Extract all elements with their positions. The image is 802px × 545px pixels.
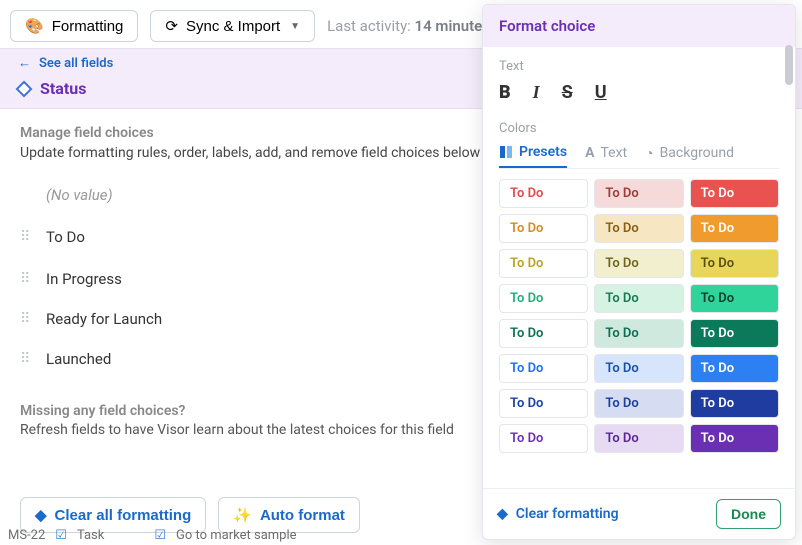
italic-button[interactable]: I xyxy=(533,82,540,103)
checkbox-icon: ☑ xyxy=(55,528,67,543)
formatting-label: Formatting xyxy=(52,18,124,35)
tab-presets[interactable]: Presets xyxy=(499,144,567,168)
sync-icon: ⟳ xyxy=(165,17,178,35)
popover-title: Format choice xyxy=(483,5,795,47)
tab-background[interactable]: ◔ Background xyxy=(645,144,734,168)
preset-swatch[interactable]: To Do xyxy=(499,424,588,453)
diamond-icon: ◆ xyxy=(497,506,508,522)
preset-swatch[interactable]: To Do xyxy=(499,284,588,313)
preset-swatch[interactable]: To Do xyxy=(499,249,588,278)
preset-swatch[interactable]: To Do xyxy=(594,389,683,418)
diamond-icon xyxy=(16,80,33,97)
colors-section-label: Colors xyxy=(499,121,779,136)
arrow-left-icon: ← xyxy=(18,55,31,71)
underline-button[interactable]: U xyxy=(595,82,607,103)
preset-swatch[interactable]: To Do xyxy=(594,179,683,208)
preset-swatch[interactable]: To Do xyxy=(594,284,683,313)
preset-swatch[interactable]: To Do xyxy=(594,354,683,383)
preset-swatch[interactable]: To Do xyxy=(594,249,683,278)
sync-import-button[interactable]: ⟳ Sync & Import ▼ xyxy=(150,10,315,42)
preset-swatch[interactable]: To Do xyxy=(499,179,588,208)
drag-handle-icon[interactable]: ⠿ xyxy=(20,351,36,367)
preset-swatch[interactable]: To Do xyxy=(690,424,779,453)
preset-swatch[interactable]: To Do xyxy=(690,284,779,313)
preset-swatch[interactable]: To Do xyxy=(499,319,588,348)
preset-swatch[interactable]: To Do xyxy=(499,214,588,243)
bold-button[interactable]: B xyxy=(499,82,511,103)
clear-formatting-button[interactable]: ◆ Clear formatting xyxy=(497,506,619,522)
preset-swatch[interactable]: To Do xyxy=(690,249,779,278)
strikethrough-button[interactable]: S xyxy=(562,82,573,103)
preset-swatch[interactable]: To Do xyxy=(690,354,779,383)
preset-swatch[interactable]: To Do xyxy=(594,319,683,348)
last-activity: Last activity: 14 minutes xyxy=(327,17,490,35)
drag-handle-icon[interactable]: ⠿ xyxy=(20,311,36,327)
preset-swatch[interactable]: To Do xyxy=(690,214,779,243)
preset-swatch-grid: To DoTo DoTo DoTo DoTo DoTo DoTo DoTo Do… xyxy=(499,179,779,453)
preset-swatch[interactable]: To Do xyxy=(594,424,683,453)
drag-handle-icon[interactable]: ⠿ xyxy=(20,229,36,245)
formatting-button[interactable]: 🎨 Formatting xyxy=(10,10,138,42)
drag-handle-icon[interactable]: ⠿ xyxy=(20,271,36,287)
preset-swatch[interactable]: To Do xyxy=(594,214,683,243)
scrollbar[interactable] xyxy=(785,45,793,85)
bucket-icon: ◔ xyxy=(645,145,653,162)
sync-label: Sync & Import xyxy=(186,18,280,35)
wand-icon: ✨ xyxy=(233,506,252,524)
preset-swatch[interactable]: To Do xyxy=(690,179,779,208)
done-button[interactable]: Done xyxy=(716,499,781,529)
preset-swatch[interactable]: To Do xyxy=(690,319,779,348)
tab-text[interactable]: A Text xyxy=(585,144,627,168)
checkbox-icon: ☑ xyxy=(154,528,166,543)
diamond-icon: ◆ xyxy=(35,506,47,524)
presets-icon xyxy=(499,145,513,159)
preset-swatch[interactable]: To Do xyxy=(690,389,779,418)
format-choice-popover: Format choice Text B I S U Colors Preset… xyxy=(482,4,796,540)
chevron-down-icon: ▼ xyxy=(290,21,300,32)
text-color-icon: A xyxy=(585,145,594,161)
text-section-label: Text xyxy=(499,59,779,74)
palette-icon: 🎨 xyxy=(25,17,44,35)
preset-swatch[interactable]: To Do xyxy=(499,354,588,383)
background-row-peek: MS-22 ☑ Task ☑ Go to market sample xyxy=(0,526,305,545)
preset-swatch[interactable]: To Do xyxy=(499,389,588,418)
